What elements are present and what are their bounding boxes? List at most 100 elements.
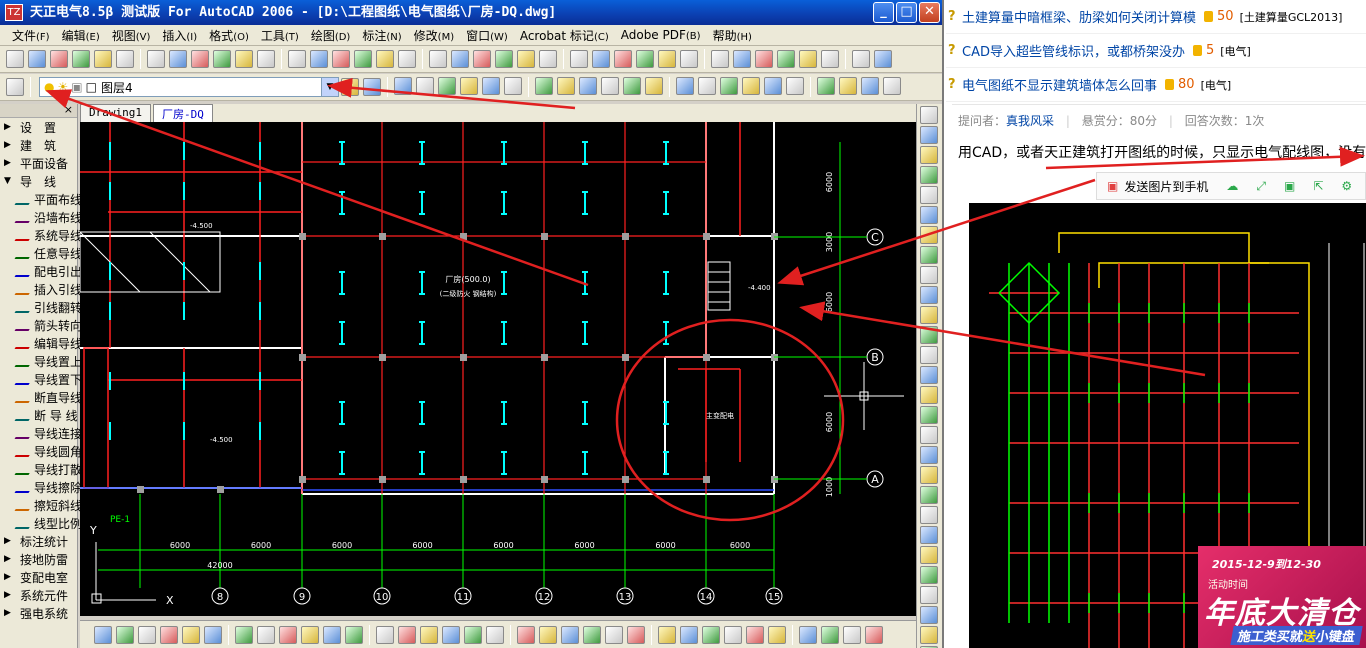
related-question-link[interactable]: 电气图纸不显示建筑墙体怎么回事	[962, 75, 1157, 94]
tz-tool-icon[interactable]	[627, 625, 645, 644]
tz-tool-icon[interactable]	[821, 625, 839, 644]
side-menu-item[interactable]: 导线擦除	[0, 478, 82, 496]
toolbar-tool-icon[interactable]	[711, 50, 729, 68]
modify-tool-icon[interactable]	[920, 566, 938, 584]
related-question-link[interactable]: CAD导入超些管线标识，或都桥架没办	[962, 41, 1185, 60]
modify-tool-icon[interactable]	[920, 426, 938, 444]
promo-banner[interactable]: 2015-12-9到12-30 活动时间 年底大清仓 施工类买就送小键盘	[1198, 546, 1366, 648]
toolbar-tool-icon[interactable]	[398, 50, 416, 68]
toolbar-tool-icon[interactable]	[777, 50, 795, 68]
modify-tool-icon[interactable]	[920, 406, 938, 424]
side-menu-item[interactable]: ▶ 系统元件	[0, 586, 77, 604]
side-menu-item[interactable]: 箭头转向	[0, 316, 82, 334]
menu-item[interactable]: 插入(I)	[156, 27, 203, 44]
tz-tool-icon[interactable]	[539, 625, 557, 644]
toolbar-tool-icon[interactable]	[169, 50, 187, 68]
modify-tool-icon[interactable]	[920, 186, 938, 204]
modify-tool-icon[interactable]	[920, 466, 938, 484]
side-menu-item[interactable]: ▶ 平面设备	[0, 154, 77, 172]
side-menu-item[interactable]: 沿墙布线	[0, 208, 82, 226]
category-tag[interactable]: [土建算量GCL2013]	[1240, 9, 1343, 25]
toolbar-tool-icon[interactable]	[473, 50, 491, 68]
side-menu-item[interactable]: 导线置下	[0, 370, 82, 388]
tz-tool-icon[interactable]	[257, 625, 275, 644]
side-menu-item[interactable]: 断直导线	[0, 388, 82, 406]
tz-tool-icon[interactable]	[768, 625, 786, 644]
side-menu-item[interactable]: 导线打散	[0, 460, 82, 478]
draw-tool-icon[interactable]	[535, 77, 553, 95]
draw-tool-icon[interactable]	[645, 77, 663, 95]
side-menu-item[interactable]: 平面布线	[0, 190, 82, 208]
toolbar-tool-icon[interactable]	[72, 50, 90, 68]
draw-tool-icon[interactable]	[482, 77, 500, 95]
category-tag[interactable]: [电气]	[1201, 77, 1232, 93]
modify-tool-icon[interactable]	[920, 226, 938, 244]
tz-tool-icon[interactable]	[204, 625, 222, 644]
modify-tool-icon[interactable]	[920, 106, 938, 124]
expand-icon[interactable]: ⤢	[1256, 179, 1266, 194]
toolbar-tool-icon[interactable]	[235, 50, 253, 68]
drawing-tab[interactable]: Drawing1	[80, 104, 151, 122]
toolbar-tool-icon[interactable]	[310, 50, 328, 68]
drawing-canvas[interactable]: 8 9 10 11 12 13 14 15 6000 6000 6000 6000 6000 6000 6…	[80, 122, 916, 616]
minimize-button[interactable]: _	[873, 2, 894, 23]
side-menu-item[interactable]: ▶ 变配电室	[0, 568, 77, 586]
side-menu-item[interactable]: ▶ 设 置	[0, 118, 77, 136]
toolbar-tool-icon[interactable]	[6, 50, 24, 68]
modify-tool-icon[interactable]	[920, 446, 938, 464]
draw-tool-icon[interactable]	[394, 77, 412, 95]
draw-tool-icon[interactable]	[698, 77, 716, 95]
side-menu-item[interactable]: 系统导线	[0, 226, 82, 244]
layer-manager-icon[interactable]	[6, 78, 24, 96]
draw-tool-icon[interactable]	[883, 77, 901, 95]
tz-tool-icon[interactable]	[182, 625, 200, 644]
tz-tool-icon[interactable]	[746, 625, 764, 644]
maximize-button[interactable]: □	[896, 2, 917, 23]
asker-name[interactable]: 真我风采	[1006, 114, 1054, 128]
menu-item[interactable]: 编辑(E)	[56, 27, 106, 44]
side-menu-item[interactable]: 断 导 线	[0, 406, 78, 424]
side-menu-item[interactable]: ▶ 强电系统	[0, 604, 77, 622]
side-menu-item[interactable]: 任意导线	[0, 244, 82, 262]
toolbar-tool-icon[interactable]	[658, 50, 676, 68]
toolbar-tool-icon[interactable]	[332, 50, 350, 68]
tz-tool-icon[interactable]	[799, 625, 817, 644]
menu-item[interactable]: 格式(O)	[203, 27, 255, 44]
tz-tool-icon[interactable]	[376, 625, 394, 644]
tz-tool-icon[interactable]	[420, 625, 438, 644]
toolbar-tool-icon[interactable]	[680, 50, 698, 68]
toolbar-tool-icon[interactable]	[451, 50, 469, 68]
tz-tool-icon[interactable]	[658, 625, 676, 644]
menu-item[interactable]: Adobe PDF(B)	[615, 28, 707, 42]
modify-tool-icon[interactable]	[920, 146, 938, 164]
toolbar-tool-icon[interactable]	[539, 50, 557, 68]
modify-tool-icon[interactable]	[920, 126, 938, 144]
tz-tool-icon[interactable]	[517, 625, 535, 644]
tz-tool-icon[interactable]	[279, 625, 297, 644]
side-menu-item[interactable]: 导线置上	[0, 352, 82, 370]
modify-tool-icon[interactable]	[920, 606, 938, 624]
modify-tool-icon[interactable]	[920, 386, 938, 404]
modify-tool-icon[interactable]	[920, 306, 938, 324]
modify-tool-icon[interactable]	[920, 346, 938, 364]
menu-item[interactable]: 视图(V)	[106, 27, 157, 44]
draw-tool-icon[interactable]	[557, 77, 575, 95]
toolbar-tool-icon[interactable]	[147, 50, 165, 68]
layer-dropdown[interactable]: ● ☀ ▣ □ 图层4 ▼	[39, 77, 339, 97]
draw-tool-icon[interactable]	[839, 77, 857, 95]
menu-item[interactable]: 工具(T)	[255, 27, 305, 44]
draw-tool-icon[interactable]	[601, 77, 619, 95]
toolbar-tool-icon[interactable]	[28, 50, 46, 68]
modify-tool-icon[interactable]	[920, 486, 938, 504]
side-menu-item[interactable]: 导线圆角	[0, 442, 82, 460]
toolbar-tool-icon[interactable]	[636, 50, 654, 68]
modify-tool-icon[interactable]	[920, 546, 938, 564]
modify-tool-icon[interactable]	[920, 266, 938, 284]
close-button[interactable]: ✕	[919, 2, 940, 23]
side-menu-item[interactable]: 编辑导线	[0, 334, 82, 352]
side-menu-item[interactable]: 导线连接	[0, 424, 82, 442]
draw-tool-icon[interactable]	[623, 77, 641, 95]
draw-tool-icon[interactable]	[817, 77, 835, 95]
category-tag[interactable]: [电气]	[1220, 43, 1251, 59]
side-menu-item[interactable]: 插入引线	[0, 280, 82, 298]
